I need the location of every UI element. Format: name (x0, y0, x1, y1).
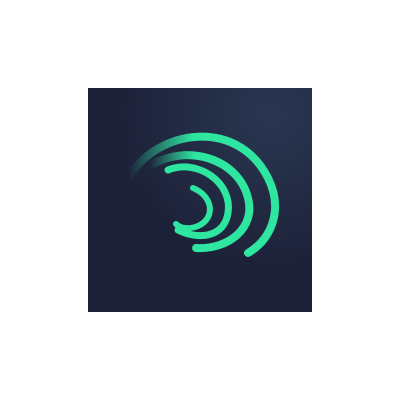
app-icon-tile (88, 88, 312, 312)
app-logo-icon (88, 88, 312, 312)
page (0, 0, 400, 400)
